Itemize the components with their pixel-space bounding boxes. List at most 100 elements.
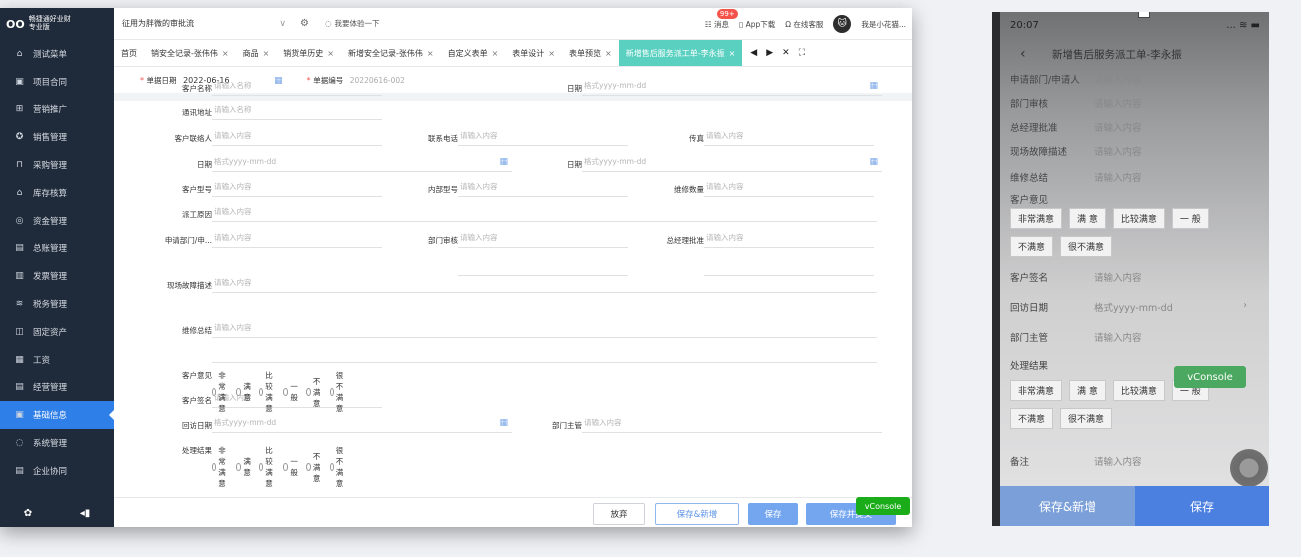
field-input-continuation[interactable]	[704, 260, 874, 276]
radio-option[interactable]: 很不满意	[329, 370, 348, 414]
collapse-sidebar-icon[interactable]: ◂▮	[80, 508, 91, 519]
tab-item[interactable]: 销货单历史 ×	[276, 40, 341, 66]
app-download-button[interactable]: ▯ App下载	[739, 19, 775, 30]
sidebar-item[interactable]: ⊞ 营销推广	[0, 96, 114, 124]
calendar-icon[interactable]: ▦	[499, 417, 508, 429]
radio-option[interactable]: 不满意	[306, 445, 324, 489]
save-and-new-button[interactable]: 保存&新增	[655, 503, 739, 525]
radio-option[interactable]: 一般	[282, 370, 301, 414]
field-input[interactable]: 请输入内容	[212, 206, 877, 222]
gear-icon[interactable]: ⚙	[300, 18, 309, 29]
radio-option[interactable]: 满意	[235, 445, 254, 489]
field-input[interactable]: 请输入内容	[704, 181, 874, 197]
mobile-chip[interactable]: 非常满意	[1010, 208, 1063, 229]
user-name[interactable]: 我是小花猫...	[861, 19, 906, 30]
approval-flow-select[interactable]: 征用为胖微的审批流 ∨	[122, 13, 292, 35]
field-input[interactable]: 请输入内容	[704, 232, 874, 248]
sidebar-item[interactable]: ⊓ 采购管理	[0, 151, 114, 179]
calendar-icon[interactable]: ▦	[499, 156, 508, 168]
settings-icon[interactable]: ✿	[24, 508, 32, 519]
sidebar-item[interactable]: ⌂ 测试菜单	[0, 40, 114, 68]
sidebar-item[interactable]: ▤ 经营管理	[0, 374, 114, 402]
fullscreen-icon[interactable]: ⛶	[799, 48, 805, 58]
tab-scroll-left-icon[interactable]: ◀	[750, 48, 757, 58]
calendar-icon[interactable]: ▦	[869, 80, 878, 92]
radio-option[interactable]: 不满意	[306, 370, 324, 414]
floating-assistive-button[interactable]	[1230, 449, 1268, 487]
field-input[interactable]: 格式yyyy-mm-dd ▦	[582, 156, 882, 172]
field-input[interactable]: 请输入内容	[458, 232, 628, 248]
mobile-chip[interactable]: 比较满意	[1112, 208, 1165, 229]
field-input-continuation[interactable]	[212, 347, 877, 363]
tab-item[interactable]: 表单设计 ×	[505, 40, 562, 66]
mobile-chip[interactable]: 比较满意	[1112, 380, 1165, 401]
radio-option[interactable]: 非常满意	[212, 370, 230, 414]
field-input[interactable]: 请输入内容	[458, 181, 628, 197]
tab-item[interactable]: 首页	[114, 40, 144, 66]
tab-item[interactable]: 表单预览 ×	[562, 40, 619, 66]
mobile-chip[interactable]: 一 般	[1171, 208, 1209, 229]
sidebar-item[interactable]: ▥ 发票管理	[0, 262, 114, 290]
field-input-continuation[interactable]	[458, 260, 628, 276]
radio-option[interactable]: 满意	[235, 370, 254, 414]
sidebar-item[interactable]: ≋ 税务管理	[0, 290, 114, 318]
mobile-save-button[interactable]: 保存	[1135, 486, 1269, 526]
field-input[interactable]: 请输入内容	[582, 417, 882, 433]
tab-item[interactable]: 新增安全记录-张伟伟 ×	[341, 40, 441, 66]
close-all-tabs-icon[interactable]: ✕	[782, 48, 790, 58]
mobile-chip[interactable]: 不满意	[1010, 236, 1054, 257]
calendar-icon[interactable]: ▦	[869, 156, 878, 168]
messages-button[interactable]: ☷ 99+ 消息	[705, 8, 738, 30]
radio-option[interactable]: 比较满意	[259, 445, 277, 489]
mobile-chip[interactable]: 非常满意	[1010, 380, 1063, 401]
close-icon[interactable]: ×	[548, 49, 555, 58]
close-icon[interactable]: ×	[263, 49, 270, 58]
field-input[interactable]: 格式yyyy-mm-dd ▦	[212, 417, 512, 433]
mobile-save-and-new-button[interactable]: 保存&新增	[1000, 486, 1135, 526]
sidebar-item[interactable]: ▤ 企业协同	[0, 457, 114, 485]
field-input[interactable]: 请输入内容	[212, 232, 382, 248]
mobile-chip[interactable]: 不满意	[1010, 408, 1054, 429]
mobile-chip[interactable]: 满 意	[1069, 380, 1106, 401]
close-icon[interactable]: ×	[729, 49, 736, 58]
close-icon[interactable]: ×	[222, 49, 229, 58]
field-input[interactable]: 请输入内容	[212, 181, 382, 197]
field-input[interactable]: 请输入内容	[458, 130, 628, 146]
sidebar-item[interactable]: ◌ 系统管理	[0, 429, 114, 457]
tab-scroll-right-icon[interactable]: ▶	[766, 48, 773, 58]
field-input[interactable]: 请输入内容	[212, 277, 877, 293]
sidebar-item[interactable]: ◫ 固定资产	[0, 318, 114, 346]
tab-item[interactable]: 自定义表单 ×	[441, 40, 506, 66]
sidebar-item[interactable]: ⌂ 库存核算	[0, 179, 114, 207]
field-input[interactable]: 请输入名称	[212, 104, 382, 120]
back-icon[interactable]: ‹	[1020, 46, 1026, 62]
mobile-chip[interactable]: 很不满意	[1060, 236, 1113, 257]
close-icon[interactable]: ×	[427, 49, 434, 58]
save-button[interactable]: 保存	[748, 503, 798, 525]
radio-option[interactable]: 非常满意	[212, 445, 230, 489]
experience-link[interactable]: ◌ 我要体验一下	[325, 18, 380, 29]
field-input[interactable]: 请输入内容	[212, 130, 382, 146]
sidebar-item[interactable]: ▣ 项目合同	[0, 68, 114, 96]
radio-option[interactable]: 比较满意	[259, 370, 277, 414]
radio-option[interactable]: 很不满意	[329, 445, 348, 489]
field-input[interactable]: 请输入内容	[704, 130, 874, 146]
discard-button[interactable]: 放弃	[593, 503, 645, 525]
field-input[interactable]: 请输入名称	[212, 80, 382, 96]
vconsole-button[interactable]: vConsole	[1174, 366, 1246, 388]
field-input[interactable]: 格式yyyy-mm-dd ▦	[582, 80, 882, 96]
avatar[interactable]: 🐱	[833, 15, 852, 33]
mobile-chip[interactable]: 满 意	[1069, 208, 1106, 229]
tab-item[interactable]: 新增售后服务派工单-李永振 ×	[618, 40, 743, 66]
radio-option[interactable]: 一般	[282, 445, 301, 489]
sidebar-item[interactable]: ◎ 资金管理	[0, 207, 114, 235]
field-input[interactable]: 格式yyyy-mm-dd ▦	[212, 156, 512, 172]
sidebar-item[interactable]: ✪ 销售管理	[0, 123, 114, 151]
sidebar-item[interactable]: ▣ 基础信息	[0, 401, 114, 430]
sidebar-item[interactable]: ▤ 总账管理	[0, 235, 114, 263]
close-icon[interactable]: ×	[492, 49, 499, 58]
field-input[interactable]: 请输入内容	[212, 322, 877, 338]
sidebar-item[interactable]: ▦ 工资	[0, 346, 114, 374]
tab-item[interactable]: 销安全记录-张伟伟 ×	[144, 40, 236, 66]
mobile-chip[interactable]: 很不满意	[1060, 408, 1113, 429]
